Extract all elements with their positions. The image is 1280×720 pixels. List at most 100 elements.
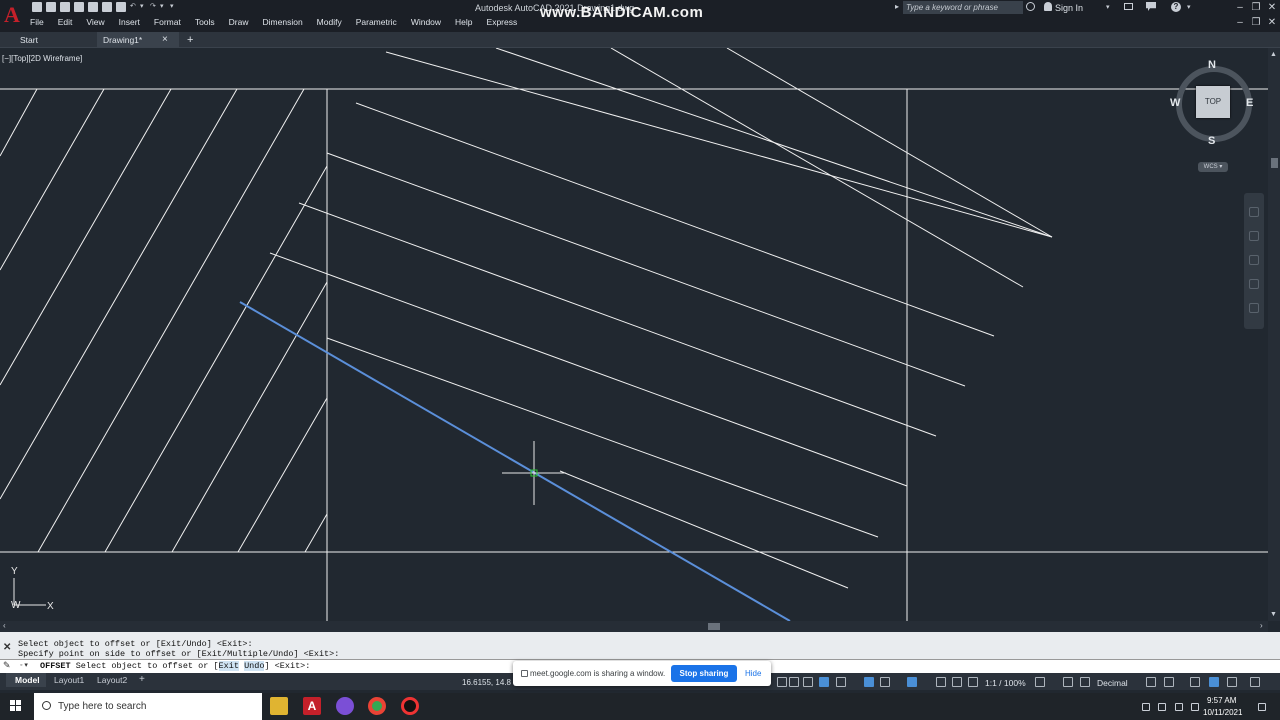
isolate-objects-icon[interactable]	[1209, 677, 1219, 687]
sign-in-dropdown-icon[interactable]: ▾	[1106, 3, 1110, 11]
vertical-scroll-thumb[interactable]	[1271, 158, 1278, 168]
menu-item-insert[interactable]: Insert	[119, 17, 140, 28]
menu-item-dimension[interactable]: Dimension	[263, 17, 303, 28]
annotation-scale[interactable]: 1:1 / 100%	[985, 678, 1026, 688]
option-undo[interactable]: Undo	[244, 661, 265, 671]
notifications-icon[interactable]	[1258, 703, 1266, 711]
scroll-right-icon[interactable]: ›	[1260, 621, 1263, 630]
customize-toolbar-icon[interactable]: ▾	[170, 2, 176, 12]
units-icon[interactable]	[1080, 677, 1090, 687]
command-close-icon[interactable]: ✕	[3, 642, 11, 653]
doc-restore-icon[interactable]: ❐	[1250, 17, 1262, 28]
help-search-input[interactable]: Type a keyword or phrase	[903, 1, 1023, 14]
annotation-monitor-icon[interactable]	[1063, 677, 1073, 687]
workspace-gear-icon[interactable]	[1035, 677, 1045, 687]
clock-time[interactable]: 9:57 AM	[1207, 696, 1236, 705]
grid-icon[interactable]	[777, 677, 787, 687]
help-icon[interactable]: ?	[1171, 2, 1181, 12]
annotation-visibility-icon[interactable]	[968, 677, 978, 687]
sign-in-button[interactable]: Sign In	[1055, 3, 1083, 13]
windows-start-icon[interactable]	[10, 700, 22, 712]
browser-app-icon[interactable]	[336, 697, 354, 715]
graphics-performance-icon[interactable]	[1164, 677, 1174, 687]
new-tab-icon[interactable]: +	[187, 32, 193, 48]
chevron-right-icon[interactable]: ▸	[895, 2, 899, 11]
coordinate-readout[interactable]: 16.6155, 14.8	[462, 678, 511, 687]
close-window-icon[interactable]: ✕	[1266, 2, 1278, 13]
menu-item-express[interactable]: Express	[487, 17, 518, 28]
ortho-icon[interactable]	[836, 677, 846, 687]
compass-north[interactable]: N	[1208, 59, 1216, 71]
minimize-icon[interactable]: –	[1234, 2, 1246, 13]
taskbar-search-input[interactable]: Type here to search	[34, 693, 262, 720]
network-icon[interactable]	[1175, 703, 1183, 711]
wcs-menu[interactable]: WCS ▾	[1198, 162, 1228, 172]
tab-layout1[interactable]: Layout1	[54, 673, 84, 687]
menu-item-draw[interactable]: Draw	[229, 17, 249, 28]
redo-dropdown-icon[interactable]: ▾	[160, 2, 166, 12]
bandicam-icon[interactable]	[401, 697, 419, 715]
menu-item-file[interactable]: File	[30, 17, 44, 28]
scroll-down-icon[interactable]: ▼	[1270, 611, 1277, 618]
autocad-taskbar-icon[interactable]: A	[303, 697, 321, 715]
snap-icon[interactable]	[789, 677, 799, 687]
menu-item-view[interactable]: View	[86, 17, 104, 28]
compass-west[interactable]: W	[1170, 97, 1180, 109]
command-recent-dropdown-icon[interactable]: ◦ ▾	[20, 661, 28, 669]
web-mobile-icon[interactable]	[88, 2, 98, 12]
infer-constraints-icon[interactable]	[803, 677, 813, 687]
lineweight-icon[interactable]	[936, 677, 946, 687]
object-snap-tracking-icon[interactable]	[907, 677, 917, 687]
open-folder-icon[interactable]	[46, 2, 56, 12]
menu-item-tools[interactable]: Tools	[195, 17, 215, 28]
pan-icon[interactable]	[1249, 231, 1259, 241]
clock-date[interactable]: 10/11/2021	[1203, 708, 1242, 717]
search-icon[interactable]	[1026, 2, 1035, 11]
viewport-controls-label[interactable]: [−][Top][2D Wireframe]	[2, 54, 82, 63]
tab-layout2[interactable]: Layout2	[97, 673, 127, 687]
hardware-acceleration-icon[interactable]	[1227, 677, 1237, 687]
app-logo-icon[interactable]: A	[4, 2, 20, 28]
steering-wheel-icon[interactable]	[1249, 207, 1259, 217]
customization-menu-icon[interactable]	[1250, 677, 1260, 687]
tab-model[interactable]: Model	[6, 673, 46, 687]
tray-app-icon[interactable]	[1158, 703, 1166, 711]
maximize-icon[interactable]: ❐	[1250, 2, 1262, 13]
showmotion-icon[interactable]	[1249, 303, 1259, 313]
volume-icon[interactable]	[1191, 703, 1199, 711]
cart-icon[interactable]	[1124, 3, 1133, 10]
doc-close-icon[interactable]: ✕	[1266, 17, 1278, 28]
transparency-icon[interactable]	[952, 677, 962, 687]
chrome-icon[interactable]	[368, 697, 386, 715]
vertical-scrollbar[interactable]	[1268, 48, 1280, 621]
wrench-icon[interactable]: ✎	[3, 660, 12, 670]
polar-tracking-icon[interactable]	[864, 677, 874, 687]
horizontal-scrollbar[interactable]	[0, 621, 1268, 632]
drawing-canvas[interactable]: Y X W	[0, 48, 1268, 621]
redo-icon[interactable]: ↷	[150, 2, 156, 12]
file-explorer-icon[interactable]	[270, 697, 288, 715]
tab-start[interactable]: Start	[14, 32, 94, 48]
add-layout-icon[interactable]: +	[139, 673, 145, 687]
horizontal-scroll-thumb[interactable]	[708, 623, 720, 630]
scroll-left-icon[interactable]: ‹	[3, 621, 6, 630]
zoom-extents-icon[interactable]	[1249, 255, 1259, 265]
stop-sharing-button[interactable]: Stop sharing	[671, 665, 737, 682]
menu-item-format[interactable]: Format	[154, 17, 181, 28]
save-icon[interactable]	[60, 2, 70, 12]
new-file-icon[interactable]	[32, 2, 42, 12]
compass-south[interactable]: S	[1208, 135, 1215, 147]
doc-minimize-icon[interactable]: –	[1234, 17, 1246, 28]
menu-item-help[interactable]: Help	[455, 17, 472, 28]
undo-icon[interactable]: ↶	[130, 2, 136, 12]
menu-item-edit[interactable]: Edit	[58, 17, 73, 28]
dynamic-input-icon[interactable]	[819, 677, 829, 687]
menu-item-parametric[interactable]: Parametric	[356, 17, 397, 28]
clean-screen-icon[interactable]	[1190, 677, 1200, 687]
isodraft-icon[interactable]	[880, 677, 890, 687]
tray-chevron-icon[interactable]	[1142, 703, 1150, 711]
plot-icon[interactable]	[116, 2, 126, 12]
scroll-up-icon[interactable]: ▲	[1270, 51, 1277, 58]
tab-close-icon[interactable]: ×	[162, 32, 168, 48]
orbit-icon[interactable]	[1249, 279, 1259, 289]
